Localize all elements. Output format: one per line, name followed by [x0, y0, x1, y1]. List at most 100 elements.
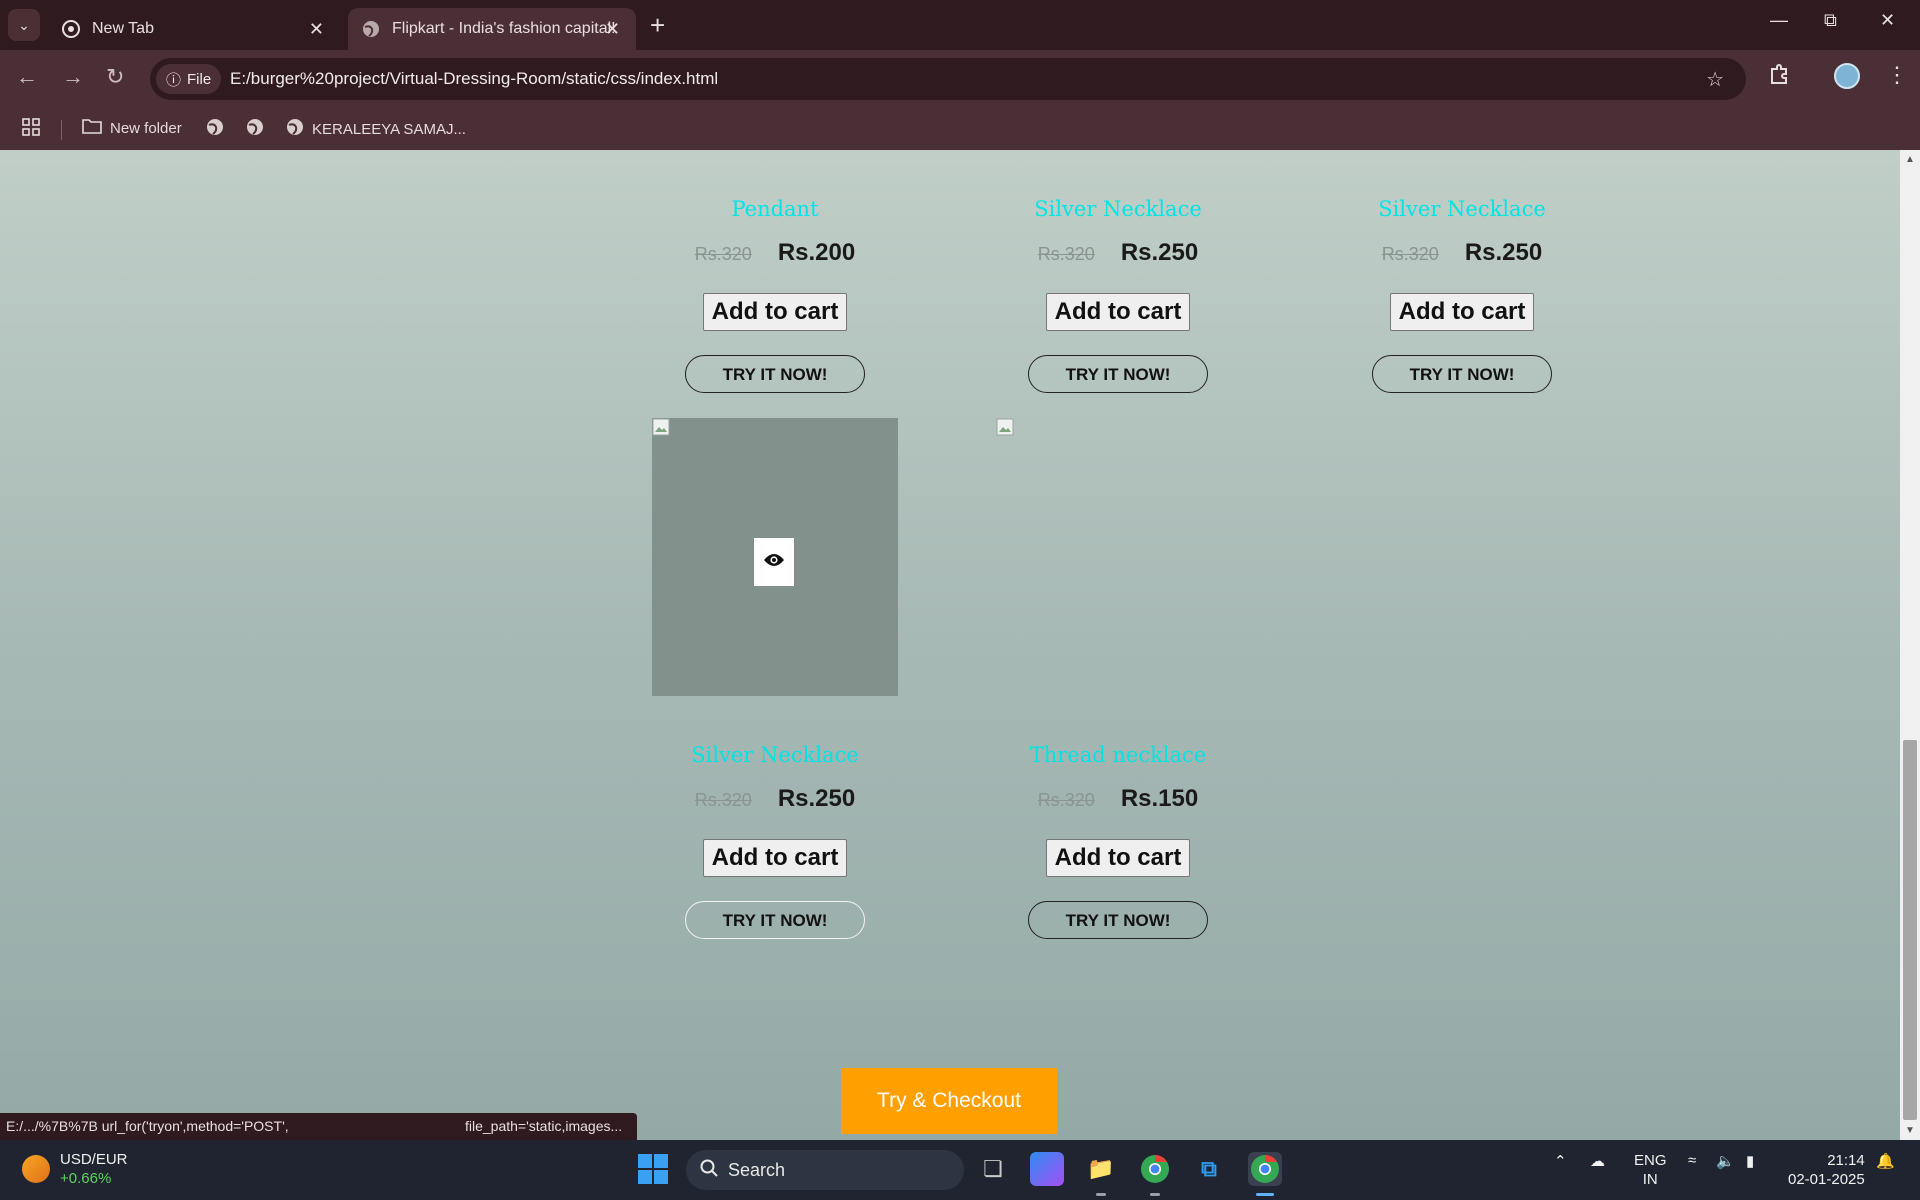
- back-icon[interactable]: ←: [16, 64, 38, 90]
- wifi-icon[interactable]: ≈: [1688, 1152, 1696, 1169]
- volume-icon[interactable]: 🔈: [1716, 1152, 1735, 1170]
- try-it-now-button[interactable]: TRY IT NOW!: [1372, 355, 1552, 393]
- widget-change: +0.66%: [60, 1170, 112, 1187]
- tab-strip: ⌄ New Tab ✕ Flipkart - India's fashion c…: [0, 0, 1920, 50]
- broken-image-icon: [652, 418, 670, 436]
- chrome-icon: [62, 20, 80, 38]
- add-to-cart-button[interactable]: Add to cart: [702, 839, 848, 877]
- product-card-silver-necklace: Silver Necklace Rs.320 Rs.250 Add to car…: [1290, 197, 1634, 393]
- bookmark-separator: [61, 120, 62, 140]
- try-it-now-button[interactable]: TRY IT NOW!: [1028, 355, 1208, 393]
- scroll-up-arrow-icon[interactable]: ▲: [1905, 154, 1915, 165]
- chrome-profile-app-icon[interactable]: [1248, 1152, 1282, 1186]
- task-view-icon[interactable]: ❏: [976, 1152, 1010, 1186]
- apps-grid-icon[interactable]: [22, 118, 40, 136]
- notification-bell-icon[interactable]: 🔔: [1876, 1152, 1895, 1170]
- product-image[interactable]: [996, 418, 1242, 696]
- add-to-cart-button[interactable]: Add to cart: [1389, 293, 1535, 331]
- globe-icon: [206, 118, 224, 140]
- show-hidden-icons-chevron-icon[interactable]: ⌃: [1554, 1152, 1567, 1170]
- currency-widget[interactable]: USD/EUR +0.66%: [22, 1150, 128, 1188]
- tab-flipkart[interactable]: Flipkart - India's fashion capital! ✕: [348, 8, 636, 50]
- tab-title: Flipkart - India's fashion capital!: [392, 20, 616, 37]
- old-price: Rs.320: [694, 790, 752, 810]
- profile-avatar[interactable]: [1834, 63, 1860, 89]
- try-it-now-button[interactable]: TRY IT NOW!: [685, 355, 865, 393]
- site-info-chip[interactable]: ⓘ File: [156, 64, 222, 94]
- minimize-icon[interactable]: —: [1770, 10, 1788, 31]
- new-tab-button[interactable]: +: [650, 10, 665, 40]
- eye-icon: [763, 553, 785, 572]
- add-to-cart-button[interactable]: Add to cart: [1045, 839, 1191, 877]
- close-icon[interactable]: ✕: [309, 19, 324, 40]
- bookmark-new-folder[interactable]: New folder: [82, 118, 182, 138]
- region-code: IN: [1642, 1171, 1658, 1188]
- try-it-now-button[interactable]: TRY IT NOW!: [1028, 901, 1208, 939]
- add-to-cart-button[interactable]: Add to cart: [1045, 293, 1191, 331]
- tab-search-button[interactable]: ⌄: [8, 9, 40, 41]
- broken-image-icon: [996, 418, 1014, 436]
- bookmarks-bar: New folder KERALEEYA SAMAJ...: [0, 108, 1920, 150]
- url-text[interactable]: E:/burger%20project/Virtual-Dressing-Roo…: [230, 69, 718, 89]
- file-explorer-icon[interactable]: 📁: [1084, 1152, 1118, 1186]
- product-name: Thread necklace: [1029, 743, 1207, 767]
- battery-icon[interactable]: ▮: [1746, 1152, 1754, 1170]
- old-price: Rs.320: [1037, 790, 1095, 810]
- reload-icon[interactable]: ↻: [106, 64, 124, 90]
- product-card-thread-necklace: Thread necklace Rs.320 Rs.150 Add to car…: [946, 743, 1290, 939]
- system-clock[interactable]: 21:14 02-01-2025: [1788, 1151, 1865, 1189]
- price: Rs.250: [1464, 239, 1543, 266]
- windows-taskbar: USD/EUR +0.66% Search ❏ 📁 ⧉ ⌃ ☁ ENG IN ≈…: [0, 1140, 1920, 1200]
- bookmark-site-1[interactable]: [206, 118, 224, 140]
- tab-new-tab[interactable]: New Tab ✕: [48, 8, 340, 50]
- price: Rs.250: [1120, 239, 1199, 266]
- search-icon: [700, 1159, 718, 1182]
- quick-view-button[interactable]: [754, 538, 794, 586]
- page-scrollbar[interactable]: ▲ ▼: [1900, 150, 1920, 1140]
- price: Rs.250: [777, 785, 856, 812]
- app-running-indicator: [1150, 1193, 1160, 1196]
- bookmark-star-icon[interactable]: ☆: [1706, 67, 1724, 92]
- windows-start-icon[interactable]: [638, 1154, 668, 1184]
- product-card-silver-necklace: Silver Necklace Rs.320 Rs.250 Add to car…: [603, 743, 947, 939]
- product-name: Silver Necklace: [1378, 197, 1546, 221]
- globe-icon: [362, 20, 380, 38]
- restore-icon[interactable]: ⧉: [1824, 10, 1837, 31]
- chrome-app-icon[interactable]: [1138, 1152, 1172, 1186]
- bookmark-label: New folder: [110, 119, 182, 137]
- folder-icon: [82, 118, 102, 138]
- search-label: Search: [728, 1159, 786, 1180]
- more-menu-icon[interactable]: ⋮: [1886, 62, 1908, 88]
- copilot-icon[interactable]: [1030, 1152, 1064, 1186]
- close-icon[interactable]: ✕: [605, 19, 620, 40]
- bookmark-site-2[interactable]: [246, 118, 264, 140]
- product-card-silver-necklace: Silver Necklace Rs.320 Rs.250 Add to car…: [946, 197, 1290, 393]
- add-to-cart-button[interactable]: Add to cart: [702, 293, 848, 331]
- bookmark-keraleeya-samaj[interactable]: KERALEEYA SAMAJ...: [286, 118, 466, 140]
- forward-icon[interactable]: →: [62, 64, 84, 90]
- tab-title: New Tab: [92, 20, 154, 37]
- product-name: Pendant: [731, 197, 819, 221]
- link-status-bar: E:/.../%7B%7B url_for('tryon',method='PO…: [0, 1113, 637, 1140]
- onedrive-icon[interactable]: ☁: [1590, 1152, 1605, 1170]
- address-bar[interactable]: ⓘ File E:/burger%20project/Virtual-Dress…: [150, 58, 1746, 100]
- input-language[interactable]: ENG IN: [1634, 1151, 1667, 1189]
- extensions-icon[interactable]: [1768, 63, 1790, 91]
- price: Rs.200: [777, 239, 856, 266]
- taskbar-search[interactable]: Search: [686, 1150, 964, 1190]
- product-name: Silver Necklace: [691, 743, 859, 767]
- scroll-down-arrow-icon[interactable]: ▼: [1905, 1125, 1915, 1136]
- scrollbar-thumb[interactable]: [1903, 740, 1917, 1120]
- close-window-icon[interactable]: ✕: [1880, 10, 1895, 31]
- vscode-icon[interactable]: ⧉: [1192, 1152, 1226, 1186]
- page-content: Pendant Rs.320 Rs.200 Add to cart TRY IT…: [0, 150, 1900, 1140]
- browser-toolbar: ← → ↻ ⓘ File E:/burger%20project/Virtual…: [0, 50, 1920, 108]
- try-and-checkout-button[interactable]: Try & Checkout: [841, 1068, 1057, 1134]
- product-image[interactable]: [652, 418, 898, 696]
- coins-icon: [22, 1155, 50, 1183]
- old-price: Rs.320: [1381, 244, 1439, 264]
- status-url-end: file_path='static,images...: [465, 1118, 623, 1134]
- try-it-now-button[interactable]: TRY IT NOW!: [685, 901, 865, 939]
- old-price: Rs.320: [1037, 244, 1095, 264]
- app-active-indicator: [1256, 1193, 1274, 1196]
